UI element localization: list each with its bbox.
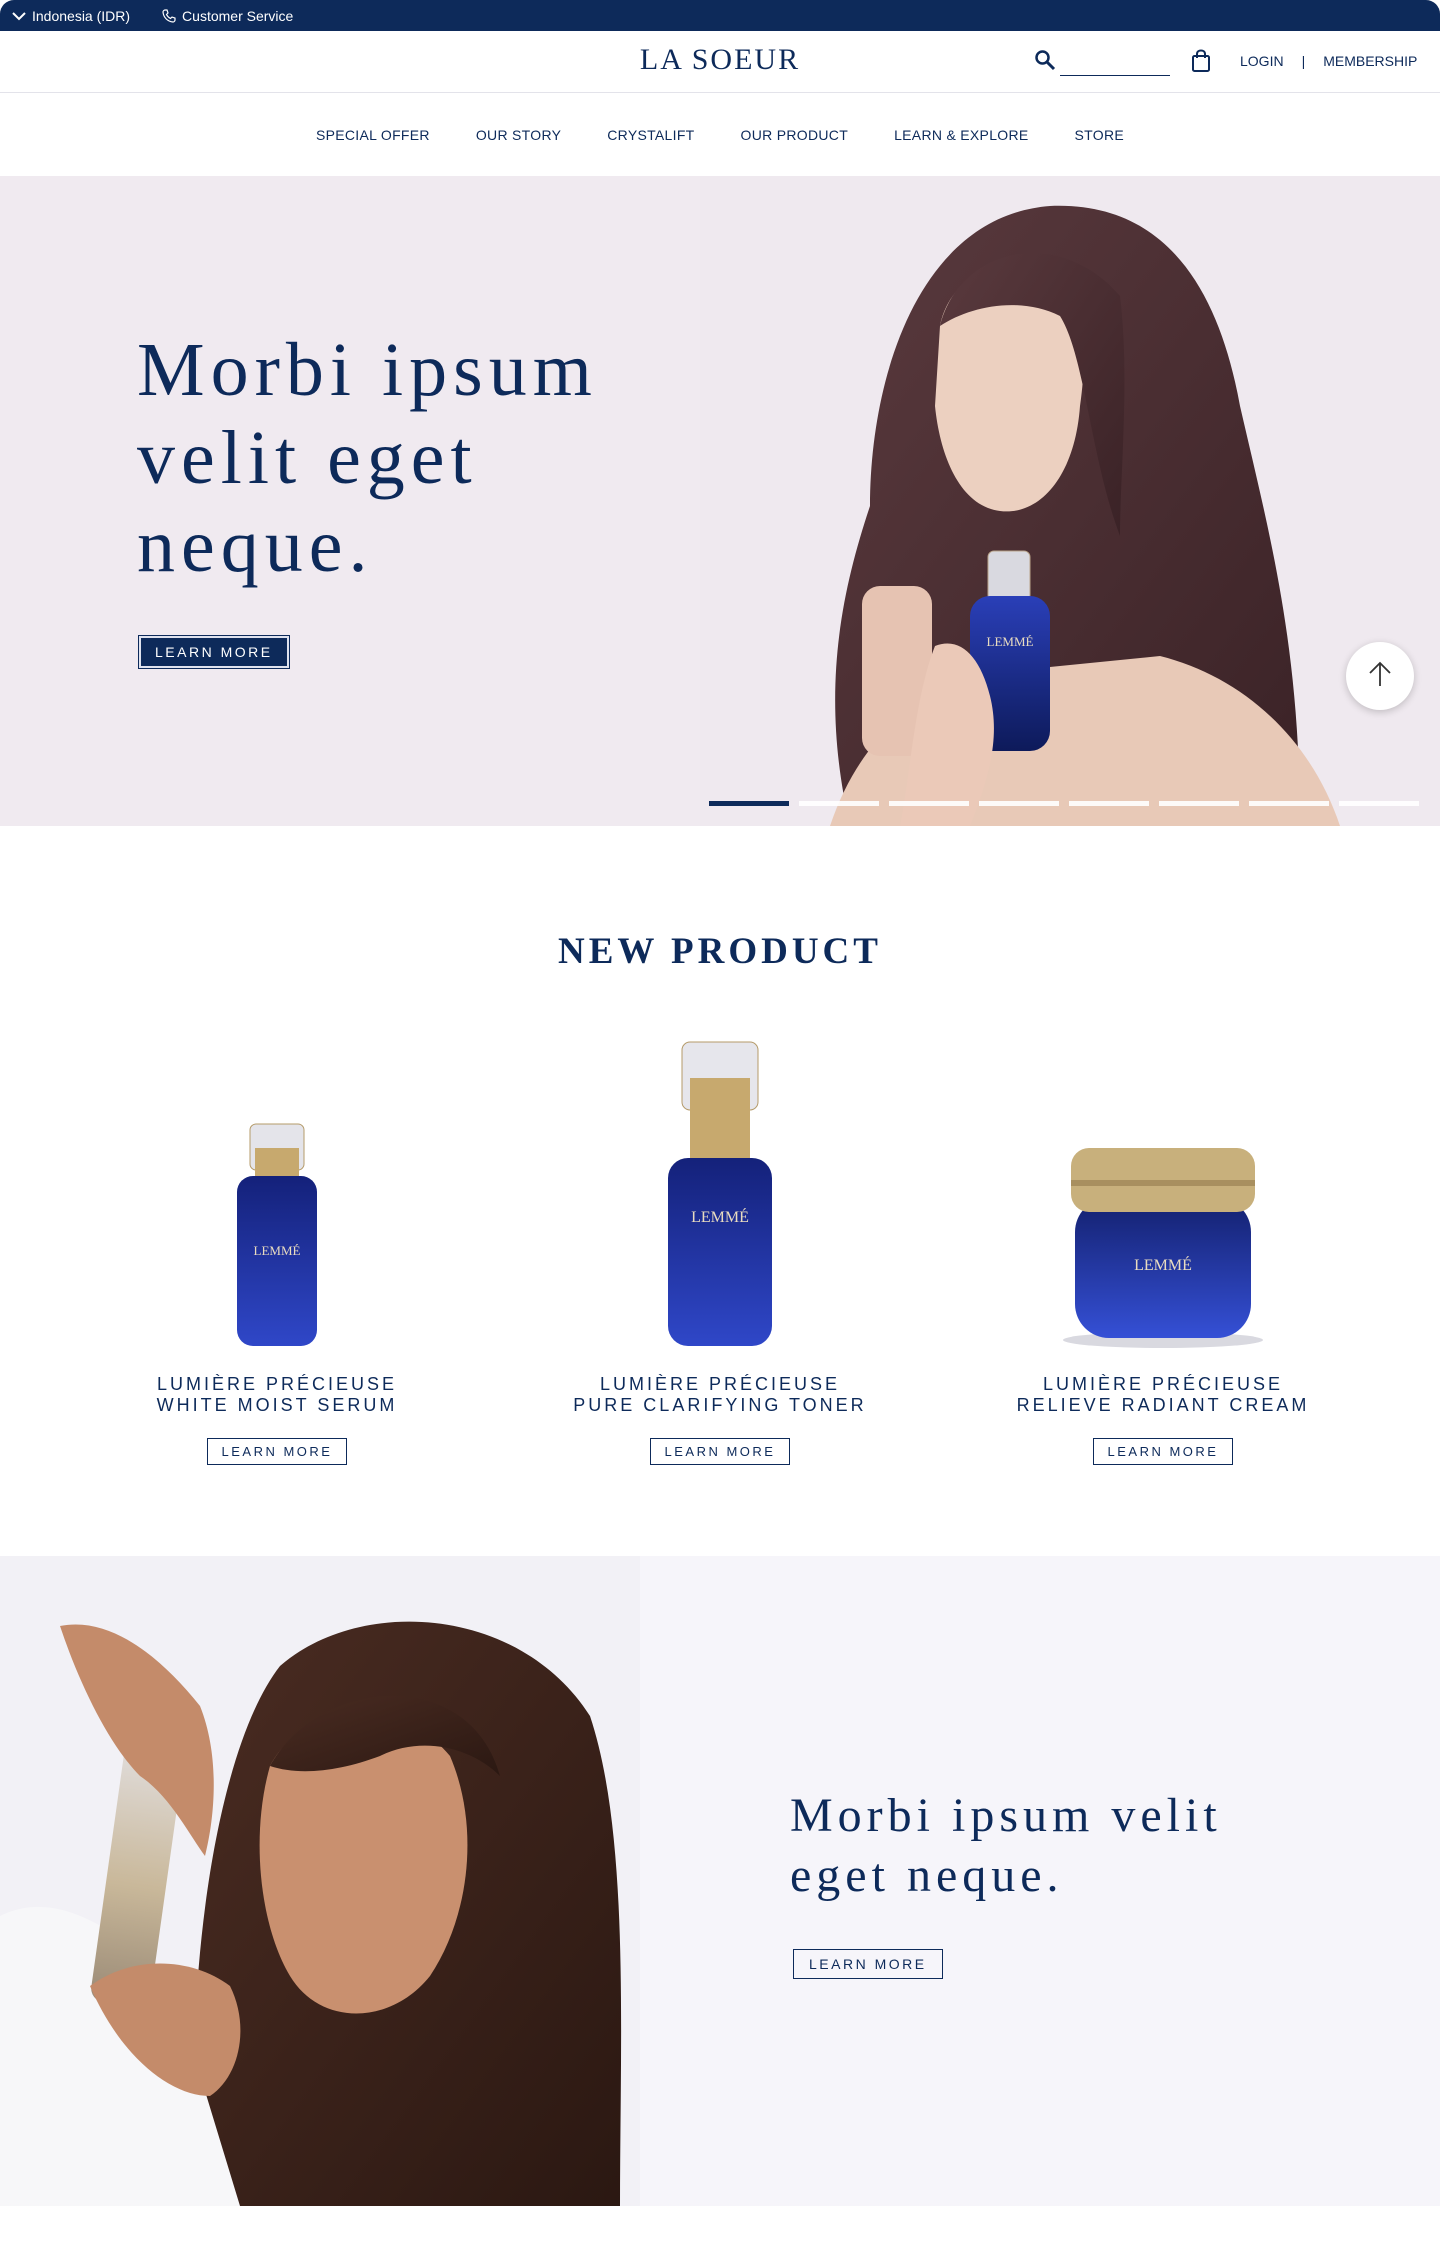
product-line1: LUMIÈRE PRÉCIEUSE [1042,1374,1284,1394]
product-line2: WHITE MOIST SERUM [156,1395,398,1415]
product-name: LUMIÈRE PRÉCIEUSE PURE CLARIFYING TONER [510,1374,930,1416]
banner-model-image [0,1556,640,2206]
top-utility-bar: Indonesia (IDR) Customer Service [0,0,1440,31]
logo-text[interactable]: LA SOEUR [640,43,800,76]
region-label: Indonesia (IDR) [32,7,131,24]
customer-service-link[interactable]: Customer Service [162,8,293,24]
carousel-dot[interactable] [1339,801,1419,806]
bottle-brand: LEMMÉ [254,1243,301,1258]
main-nav: SPECIAL OFFER OUR STORY CRYSTALIFT OUR P… [0,94,1440,176]
carousel-dot[interactable] [979,801,1059,806]
product-learn-more-button[interactable]: LEARN MORE [649,1438,791,1465]
banner-learn-more-button[interactable]: LEARN MORE [793,1949,943,1979]
phone-icon [162,8,176,23]
carousel-dot[interactable] [1069,801,1149,806]
nav-our-story[interactable]: OUR STORY [476,127,561,143]
chevron-down-icon [12,11,26,21]
site-header: LA SOEUR LOGIN | MEMBERSHIP [0,31,1440,93]
customer-service-label: Customer Service [182,7,294,24]
product-card: LEMMÉ LUMIÈRE PRÉCIEUSE WHITE MOIST SERU… [67,1030,487,1465]
cart-button[interactable] [1190,49,1212,78]
hero-title: Morbi ipsum velit eget neque. [137,328,598,588]
account-links: LOGIN | MEMBERSHIP [1240,53,1417,69]
region-selector[interactable]: Indonesia (IDR) [12,8,130,24]
search-icon[interactable] [1034,49,1056,76]
hero-model-image: LEMMÉ [700,176,1440,826]
bottle-brand: LEMMÉ [1134,1255,1192,1274]
carousel-dot[interactable] [1249,801,1329,806]
nav-special-offer[interactable]: SPECIAL OFFER [316,127,430,143]
scroll-to-top-button[interactable] [1346,642,1414,710]
arrow-up-icon [1365,659,1395,694]
product-line2: RELIEVE RADIANT CREAM [1016,1395,1310,1415]
product-line2: PURE CLARIFYING TONER [573,1395,867,1415]
carousel-dot[interactable] [709,801,789,806]
product-learn-more-button[interactable]: LEARN MORE [1092,1438,1234,1465]
search-bar [1034,49,1170,76]
carousel-dot[interactable] [889,801,969,806]
bottle-brand: LEMMÉ [691,1207,749,1226]
logo: LA SOEUR [0,43,1440,77]
product-image[interactable]: LEMMÉ [67,1030,487,1350]
product-image[interactable]: LEMMÉ [510,1030,930,1350]
product-name: LUMIÈRE PRÉCIEUSE RELIEVE RADIANT CREAM [953,1374,1373,1416]
carousel-dot[interactable] [1159,801,1239,806]
hero-carousel: LEMMÉ Morbi ipsum velit eget neque. LEAR… [0,176,1440,826]
nav-learn-explore[interactable]: LEARN & EXPLORE [894,127,1028,143]
feature-banner: Morbi ipsum velit eget neque. LEARN MORE [0,1556,1440,2206]
nav-store[interactable]: STORE [1075,127,1124,143]
hero-bottle-brand: LEMMÉ [987,634,1034,649]
hero-learn-more-button[interactable]: LEARN MORE [138,635,290,669]
account-divider: | [1301,53,1306,69]
nav-our-product[interactable]: OUR PRODUCT [741,127,849,143]
nav-crystalift[interactable]: CRYSTALIFT [607,127,694,143]
product-card: LEMMÉ LUMIÈRE PRÉCIEUSE RELIEVE RADIANT … [953,1030,1373,1465]
carousel-indicators [709,801,1419,806]
banner-title: Morbi ipsum velit eget neque. [790,1789,1222,1902]
product-name: LUMIÈRE PRÉCIEUSE WHITE MOIST SERUM [67,1374,487,1416]
product-card: LEMMÉ LUMIÈRE PRÉCIEUSE PURE CLARIFYING … [510,1030,930,1465]
login-link[interactable]: LOGIN [1240,53,1284,69]
product-line1: LUMIÈRE PRÉCIEUSE [599,1374,841,1394]
membership-link[interactable]: MEMBERSHIP [1323,53,1417,69]
search-input[interactable] [1060,54,1170,76]
product-line1: LUMIÈRE PRÉCIEUSE [156,1374,398,1394]
bag-icon [1190,49,1212,77]
new-product-heading: NEW PRODUCT [558,931,882,972]
product-learn-more-button[interactable]: LEARN MORE [206,1438,348,1465]
product-image[interactable]: LEMMÉ [953,1030,1373,1350]
carousel-dot[interactable] [799,801,879,806]
